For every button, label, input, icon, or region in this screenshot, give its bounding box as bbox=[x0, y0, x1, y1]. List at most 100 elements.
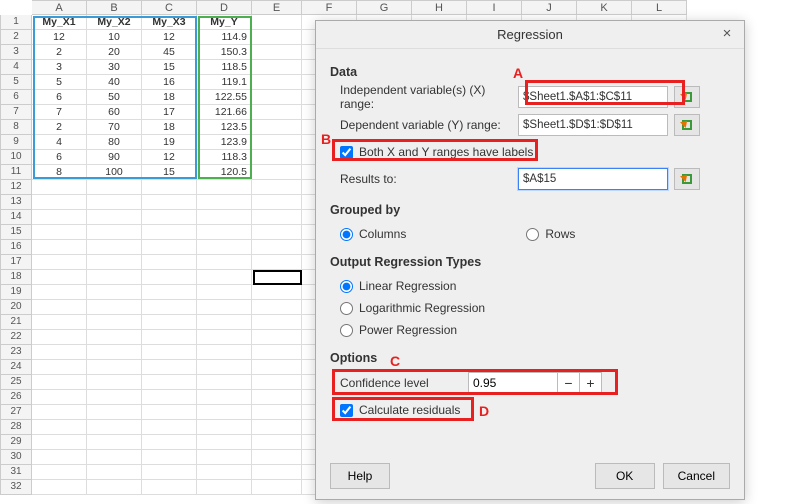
column-header[interactable]: L bbox=[632, 0, 687, 15]
cell[interactable] bbox=[32, 195, 87, 210]
cell[interactable] bbox=[32, 255, 87, 270]
column-header[interactable]: K bbox=[577, 0, 632, 15]
cell[interactable]: 12 bbox=[142, 30, 197, 45]
row-header[interactable]: 3 bbox=[0, 45, 32, 60]
row-header[interactable]: 15 bbox=[0, 225, 32, 240]
close-icon[interactable]: × bbox=[718, 25, 736, 43]
cell[interactable]: 18 bbox=[142, 90, 197, 105]
cell[interactable] bbox=[252, 90, 302, 105]
input-results-to[interactable] bbox=[518, 168, 668, 190]
cell[interactable]: 114.9 bbox=[197, 30, 252, 45]
column-header[interactable]: B bbox=[87, 0, 142, 15]
cell[interactable] bbox=[197, 240, 252, 255]
cell[interactable] bbox=[252, 165, 302, 180]
cell[interactable]: 150.3 bbox=[197, 45, 252, 60]
cell[interactable] bbox=[197, 450, 252, 465]
row-header[interactable]: 18 bbox=[0, 270, 32, 285]
cell[interactable] bbox=[252, 390, 302, 405]
cell[interactable] bbox=[32, 240, 87, 255]
cell[interactable] bbox=[252, 240, 302, 255]
cell[interactable] bbox=[142, 420, 197, 435]
cell[interactable]: 17 bbox=[142, 105, 197, 120]
cell[interactable] bbox=[87, 315, 142, 330]
column-header[interactable]: I bbox=[467, 0, 522, 15]
radio-power[interactable]: Power Regression bbox=[330, 319, 730, 341]
row-header[interactable]: 30 bbox=[0, 450, 32, 465]
cell[interactable] bbox=[142, 345, 197, 360]
row-header[interactable]: 11 bbox=[0, 165, 32, 180]
cell[interactable] bbox=[32, 405, 87, 420]
cell[interactable] bbox=[252, 15, 302, 30]
row-header[interactable]: 6 bbox=[0, 90, 32, 105]
cell[interactable] bbox=[32, 375, 87, 390]
cell[interactable]: 19 bbox=[142, 135, 197, 150]
cell[interactable]: My_X3 bbox=[142, 15, 197, 30]
cell[interactable] bbox=[197, 405, 252, 420]
cell[interactable]: 118.3 bbox=[197, 150, 252, 165]
cell[interactable] bbox=[197, 435, 252, 450]
cell[interactable]: 2 bbox=[32, 120, 87, 135]
cell[interactable] bbox=[32, 210, 87, 225]
confidence-plus[interactable]: + bbox=[580, 372, 602, 394]
cell[interactable] bbox=[252, 180, 302, 195]
cell[interactable] bbox=[252, 285, 302, 300]
row-header[interactable]: 16 bbox=[0, 240, 32, 255]
cell[interactable] bbox=[87, 480, 142, 495]
cell[interactable] bbox=[252, 345, 302, 360]
cell[interactable]: 60 bbox=[87, 105, 142, 120]
row-header[interactable]: 14 bbox=[0, 210, 32, 225]
row-header[interactable]: 24 bbox=[0, 360, 32, 375]
cell[interactable]: 122.55 bbox=[197, 90, 252, 105]
cell[interactable]: 90 bbox=[87, 150, 142, 165]
cell[interactable] bbox=[197, 300, 252, 315]
row-header[interactable]: 22 bbox=[0, 330, 32, 345]
cell[interactable] bbox=[87, 345, 142, 360]
cell[interactable]: 6 bbox=[32, 90, 87, 105]
cell[interactable]: 123.5 bbox=[197, 120, 252, 135]
cell[interactable] bbox=[252, 375, 302, 390]
cell[interactable]: 4 bbox=[32, 135, 87, 150]
cell[interactable] bbox=[32, 330, 87, 345]
column-header[interactable]: A bbox=[32, 0, 87, 15]
cell[interactable] bbox=[252, 300, 302, 315]
cell[interactable]: 100 bbox=[87, 165, 142, 180]
cell[interactable] bbox=[32, 390, 87, 405]
row-header[interactable]: 25 bbox=[0, 375, 32, 390]
cell[interactable] bbox=[197, 480, 252, 495]
row-header[interactable]: 7 bbox=[0, 105, 32, 120]
cell[interactable] bbox=[142, 240, 197, 255]
cell[interactable] bbox=[87, 195, 142, 210]
cell[interactable]: 120.5 bbox=[197, 165, 252, 180]
cell[interactable] bbox=[142, 315, 197, 330]
cell[interactable]: 10 bbox=[87, 30, 142, 45]
cell[interactable] bbox=[87, 210, 142, 225]
cell[interactable] bbox=[87, 300, 142, 315]
input-yrange[interactable] bbox=[518, 114, 668, 136]
cell[interactable] bbox=[87, 420, 142, 435]
range-picker-results[interactable] bbox=[674, 168, 700, 190]
cell[interactable] bbox=[197, 180, 252, 195]
cell[interactable] bbox=[142, 270, 197, 285]
cell[interactable] bbox=[197, 315, 252, 330]
row-header[interactable]: 1 bbox=[0, 15, 32, 30]
cell[interactable] bbox=[197, 360, 252, 375]
row-header[interactable]: 20 bbox=[0, 300, 32, 315]
cell[interactable] bbox=[252, 315, 302, 330]
cell[interactable] bbox=[142, 375, 197, 390]
cell[interactable] bbox=[252, 465, 302, 480]
cell[interactable] bbox=[32, 270, 87, 285]
cell[interactable]: 12 bbox=[32, 30, 87, 45]
cell[interactable] bbox=[252, 135, 302, 150]
cell[interactable] bbox=[142, 300, 197, 315]
cell[interactable]: My_X2 bbox=[87, 15, 142, 30]
cell[interactable] bbox=[142, 195, 197, 210]
cell[interactable] bbox=[142, 285, 197, 300]
cell[interactable]: 7 bbox=[32, 105, 87, 120]
cell[interactable] bbox=[197, 195, 252, 210]
cell[interactable] bbox=[87, 450, 142, 465]
cell[interactable] bbox=[252, 435, 302, 450]
cell[interactable]: 123.9 bbox=[197, 135, 252, 150]
cell[interactable] bbox=[142, 330, 197, 345]
radio-columns-input[interactable] bbox=[340, 228, 353, 241]
column-header[interactable]: E bbox=[252, 0, 302, 15]
